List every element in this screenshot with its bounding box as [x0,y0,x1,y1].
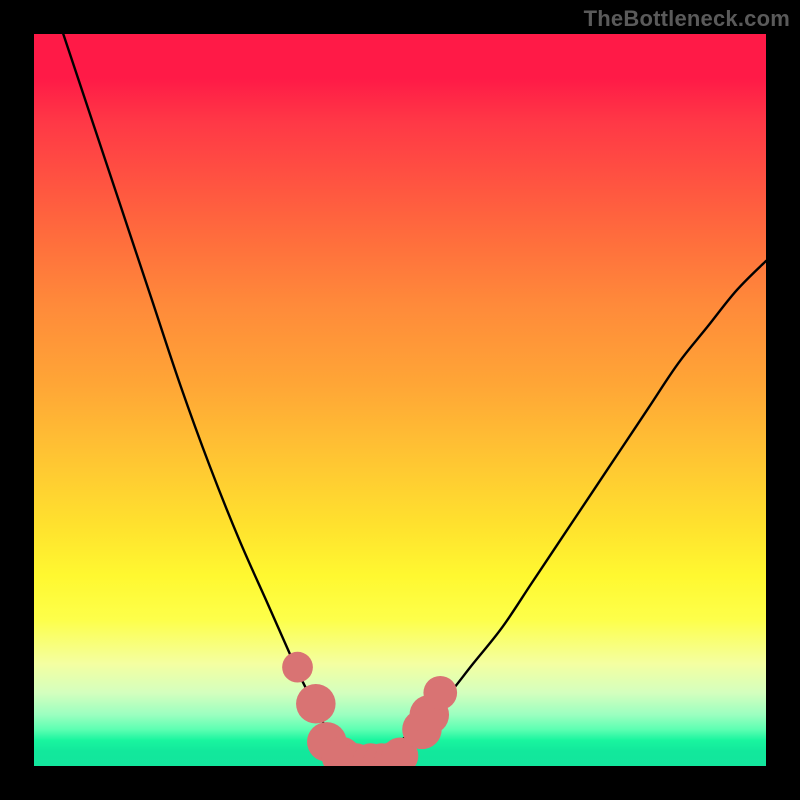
data-marker [296,684,336,724]
curve-left-curve [63,34,356,766]
chart-frame: TheBottleneck.com [0,0,800,800]
curve-overlay [34,34,766,766]
curve-right-curve [356,261,766,766]
plot-area [34,34,766,766]
watermark-text: TheBottleneck.com [584,6,790,32]
data-marker [282,652,313,683]
data-marker [423,676,457,710]
